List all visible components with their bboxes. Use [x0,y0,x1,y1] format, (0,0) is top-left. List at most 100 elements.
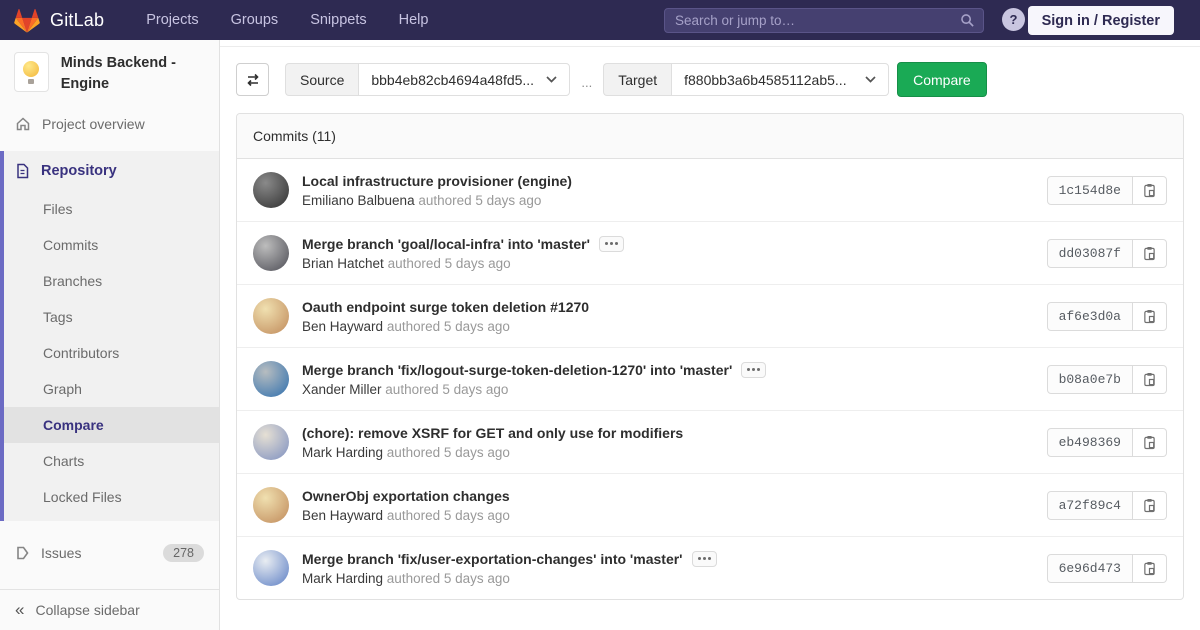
commit-title-link[interactable]: Local infrastructure provisioner (engine… [302,173,572,189]
copy-sha-button[interactable] [1133,491,1167,520]
gitlab-logo[interactable]: GitLab [0,8,104,33]
commit-title-link[interactable]: Merge branch 'fix/user-exportation-chang… [302,551,683,567]
sidebar-repo-item[interactable]: Tags [4,299,219,335]
target-branch-dropdown[interactable]: f880bb3a6b4585112ab5... [671,63,889,96]
commits-panel: Commits (11) Local infrastructure provis… [236,113,1184,600]
commit-author-link[interactable]: Xander Miller [302,382,382,397]
commit-sha-link[interactable]: a72f89c4 [1047,491,1133,520]
source-branch-value: bbb4eb82cb4694a48fd5... [371,72,534,88]
nav-item-projects[interactable]: Projects [144,8,200,32]
sidebar-repo-item-label: Locked Files [43,489,122,505]
commit-meta: authored 5 days ago [385,382,508,397]
commit-sha-group: a72f89c4 [1047,491,1167,520]
commit-sha-link[interactable]: af6e3d0a [1047,302,1133,331]
commit-row: Merge branch 'fix/user-exportation-chang… [237,536,1183,599]
commit-row: OwnerObj exportation changes Ben Hayward… [237,473,1183,536]
commit-author-link[interactable]: Ben Hayward [302,508,383,523]
copy-sha-button[interactable] [1133,176,1167,205]
commit-author-link[interactable]: Brian Hatchet [302,256,384,271]
source-label: Source [285,63,358,96]
commit-avatar [253,298,289,334]
commit-sha-group: 1c154d8e [1047,176,1167,205]
swap-revisions-button[interactable] [236,63,269,96]
chevron-down-icon [546,76,557,83]
commit-title-link[interactable]: OwnerObj exportation changes [302,488,510,504]
commit-meta-line: Mark Harding authored 5 days ago [302,571,717,586]
sidebar-repo-item[interactable]: Files [4,191,219,227]
project-avatar [14,52,49,92]
commit-meta: authored 5 days ago [387,445,510,460]
sidebar-repo-item[interactable]: Commits [4,227,219,263]
commit-avatar [253,550,289,586]
project-link[interactable]: Minds Backend - Engine [0,40,219,105]
top-menu: Projects Groups Snippets Help [144,8,430,32]
commit-sha-link[interactable]: dd03087f [1047,239,1133,268]
sidebar-item-label: Issues [41,545,81,561]
commit-sha-group: af6e3d0a [1047,302,1167,331]
top-navbar: GitLab Projects Groups Snippets Help ? S… [0,0,1200,40]
commit-sha-link[interactable]: 6e96d473 [1047,554,1133,583]
commit-meta: authored 5 days ago [387,319,510,334]
main-content: Minds › Minds Backend - Engine › Compare… [220,0,1200,600]
sign-in-button[interactable]: Sign in / Register [1028,6,1174,35]
repository-section: Repository Files Commits Branches Tags C… [0,151,219,521]
clipboard-icon [1143,183,1156,198]
commit-row: Local infrastructure provisioner (engine… [237,159,1183,221]
commit-author-link[interactable]: Mark Harding [302,571,383,586]
swap-arrows-icon [245,72,261,88]
home-icon [15,116,31,132]
commit-row: Merge branch 'fix/logout-surge-token-del… [237,347,1183,410]
commit-author-link[interactable]: Ben Hayward [302,319,383,334]
sidebar-repo-item-label: Files [43,201,73,217]
search-input[interactable] [675,13,960,28]
commit-sha-link[interactable]: b08a0e7b [1047,365,1133,394]
sidebar-repo-item[interactable]: Compare [4,407,219,443]
copy-sha-button[interactable] [1133,554,1167,583]
sidebar-repo-item[interactable]: Graph [4,371,219,407]
compare-form: Source bbb4eb82cb4694a48fd5... ... Targe… [220,47,1200,113]
tanuki-icon [14,8,40,33]
commit-meta-line: Ben Hayward authored 5 days ago [302,319,589,334]
sidebar-repo-item[interactable]: Contributors [4,335,219,371]
sidebar-item-issues[interactable]: Issues 278 [0,533,219,573]
copy-sha-button[interactable] [1133,239,1167,268]
commit-expand-button[interactable] [692,551,717,567]
source-branch-dropdown[interactable]: bbb4eb82cb4694a48fd5... [358,63,570,96]
nav-item-snippets[interactable]: Snippets [308,8,368,32]
commit-author-link[interactable]: Emiliano Balbuena [302,193,415,208]
commit-title-link[interactable]: Merge branch 'fix/logout-surge-token-del… [302,362,732,378]
target-input-group: Target f880bb3a6b4585112ab5... [603,63,889,96]
commit-sha-link[interactable]: eb498369 [1047,428,1133,457]
commit-title-link[interactable]: Oauth endpoint surge token deletion #127… [302,299,589,315]
commit-avatar [253,172,289,208]
sidebar-repo-item-label: Compare [43,417,104,433]
nav-item-groups[interactable]: Groups [229,8,281,32]
commit-title-link[interactable]: (chore): remove XSRF for GET and only us… [302,425,683,441]
sidebar-repo-item[interactable]: Locked Files [4,479,219,515]
commit-sha-group: b08a0e7b [1047,365,1167,394]
commit-list: Local infrastructure provisioner (engine… [237,159,1183,599]
copy-sha-button[interactable] [1133,302,1167,331]
commit-meta-line: Brian Hatchet authored 5 days ago [302,256,624,271]
commit-sha-link[interactable]: 1c154d8e [1047,176,1133,205]
commit-expand-button[interactable] [741,362,766,378]
compare-button[interactable]: Compare [897,62,987,97]
copy-sha-button[interactable] [1133,428,1167,457]
sidebar-item-repository[interactable]: Repository [4,151,219,191]
commit-meta-line: Mark Harding authored 5 days ago [302,445,683,460]
commit-meta-line: Xander Miller authored 5 days ago [302,382,766,397]
sidebar-repo-item[interactable]: Charts [4,443,219,479]
sidebar-item-project-overview[interactable]: Project overview [0,105,219,143]
collapse-label: Collapse sidebar [35,602,139,618]
sidebar-repo-item-label: Graph [43,381,82,397]
commit-author-link[interactable]: Mark Harding [302,445,383,460]
commit-row: Oauth endpoint surge token deletion #127… [237,284,1183,347]
collapse-sidebar-button[interactable]: « Collapse sidebar [0,589,219,630]
chevron-down-icon [865,76,876,83]
copy-sha-button[interactable] [1133,365,1167,394]
sidebar-repo-item[interactable]: Branches [4,263,219,299]
commit-expand-button[interactable] [599,236,624,252]
commit-title-link[interactable]: Merge branch 'goal/local-infra' into 'ma… [302,236,590,252]
commit-row: Merge branch 'goal/local-infra' into 'ma… [237,221,1183,284]
nav-item-help[interactable]: Help [397,8,431,32]
